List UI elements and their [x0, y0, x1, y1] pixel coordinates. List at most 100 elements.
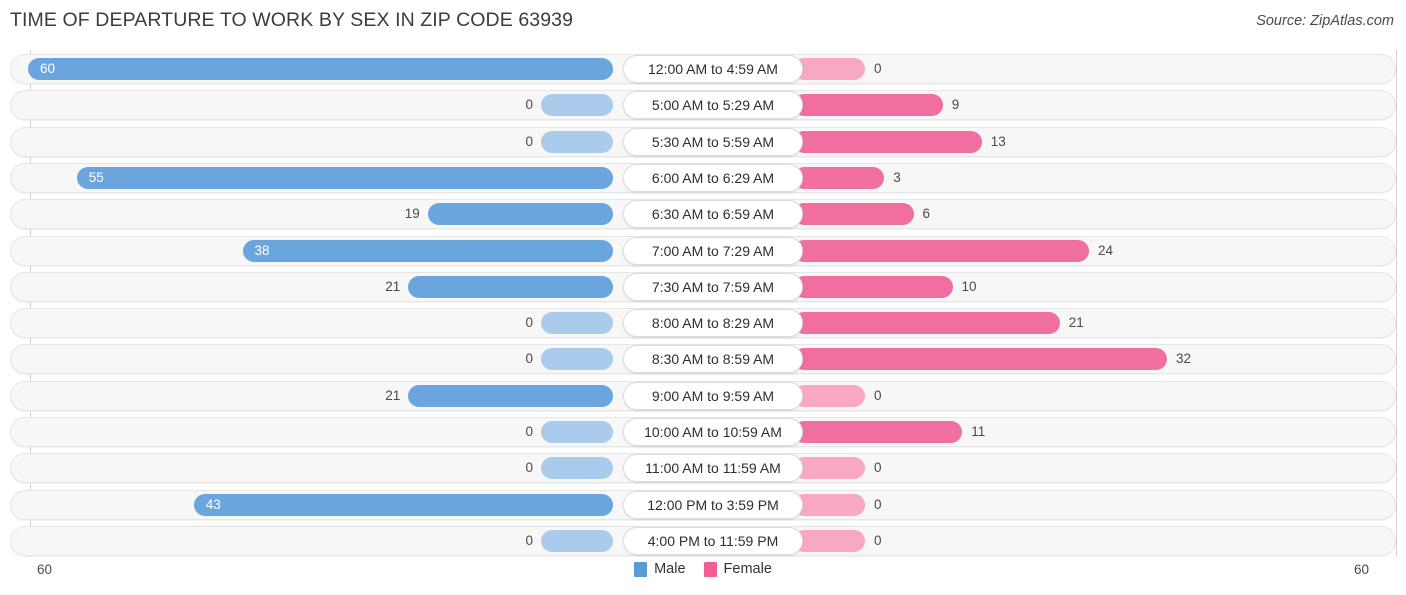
value-label-female: 0	[874, 532, 882, 548]
category-label: 8:00 AM to 8:29 AM	[651, 315, 775, 332]
value-label-male: 55	[88, 169, 104, 185]
value-label-male: 21	[385, 278, 401, 294]
bar-male[interactable]	[541, 457, 613, 480]
value-label-male: 0	[525, 424, 533, 439]
bar-male[interactable]	[408, 275, 613, 298]
axis-line-right	[1396, 50, 1397, 557]
table-row[interactable]: 0 11 10:00 AM to 10:59 AM	[10, 417, 1396, 447]
bar-female[interactable]	[793, 457, 865, 480]
table-row[interactable]: 38 24 7:00 AM to 7:29 AM	[10, 235, 1396, 266]
bar-female[interactable]	[793, 166, 885, 189]
bar-female[interactable]	[793, 94, 943, 117]
category-label: 8:30 AM to 8:59 AM	[651, 351, 775, 368]
table-row[interactable]: 0 0 4:00 PM to 11:59 PM	[10, 525, 1396, 556]
value-label-male: 0	[525, 460, 533, 476]
table-row[interactable]: 21 10 7:30 AM to 7:59 AM	[10, 271, 1396, 302]
bar-female[interactable]	[793, 384, 865, 407]
bar-female[interactable]	[793, 348, 1167, 371]
value-label-female: 3	[893, 169, 901, 185]
legend-item-male[interactable]: Male	[634, 561, 686, 577]
bar-female[interactable]	[793, 130, 982, 153]
legend-swatch-male-icon	[634, 561, 648, 577]
value-label-male: 19	[404, 206, 420, 222]
table-row[interactable]: 0 0 11:00 AM to 11:59 AM	[10, 453, 1396, 484]
table-row[interactable]: 0 9 5:00 AM to 5:29 AM	[10, 90, 1396, 121]
value-label-female: 9	[951, 97, 960, 113]
value-label-female: 11	[971, 424, 986, 439]
bar-male[interactable]	[541, 94, 613, 117]
category-label: 7:30 AM to 7:59 AM	[651, 278, 775, 295]
category-label-pill: 8:00 AM to 8:29 AM	[623, 309, 803, 338]
category-label-pill: 12:00 PM to 3:59 PM	[623, 490, 803, 519]
bar-female[interactable]	[793, 203, 914, 226]
category-label: 9:00 AM to 9:59 AM	[651, 387, 775, 404]
table-row[interactable]: 0 21 8:00 AM to 8:29 AM	[10, 308, 1396, 339]
category-label-pill: 4:00 PM to 11:59 PM	[623, 526, 803, 555]
value-label-male: 43	[205, 496, 221, 512]
bar-female[interactable]	[793, 58, 865, 80]
bar-female[interactable]	[793, 275, 953, 298]
value-label-female: 21	[1068, 315, 1084, 331]
value-label-female: 24	[1098, 242, 1114, 258]
bar-female[interactable]	[793, 312, 1060, 335]
chart-root: TIME OF DEPARTURE TO WORK BY SEX IN ZIP …	[0, 0, 1406, 595]
legend: Male Female	[0, 561, 1406, 577]
category-label: 4:00 PM to 11:59 PM	[647, 532, 779, 549]
bar-female[interactable]	[793, 421, 963, 443]
value-label-male: 0	[525, 532, 533, 548]
category-label-pill: 10:00 AM to 10:59 AM	[623, 418, 803, 446]
legend-item-female[interactable]: Female	[703, 561, 772, 577]
category-label: 5:30 AM to 5:59 AM	[651, 133, 775, 150]
category-label-pill: 8:30 AM to 8:59 AM	[623, 345, 803, 374]
table-row[interactable]: 21 0 9:00 AM to 9:59 AM	[10, 380, 1396, 411]
legend-label-male: Male	[654, 561, 686, 577]
bar-female[interactable]	[793, 529, 865, 552]
bar-female[interactable]	[793, 493, 865, 516]
bar-male[interactable]	[541, 312, 613, 335]
bar-male[interactable]	[541, 348, 613, 371]
page-title: TIME OF DEPARTURE TO WORK BY SEX IN ZIP …	[10, 9, 574, 31]
value-label-male: 60	[40, 61, 56, 76]
table-row[interactable]: 60 0 12:00 AM to 4:59 AM	[10, 54, 1396, 84]
bar-female[interactable]	[793, 239, 1089, 262]
bar-male[interactable]	[541, 421, 613, 443]
value-label-female: 0	[874, 387, 882, 403]
bar-male[interactable]	[408, 384, 613, 407]
legend-label-female: Female	[723, 561, 772, 577]
category-label-pill: 7:00 AM to 7:29 AM	[623, 236, 803, 265]
category-label-pill: 5:00 AM to 5:29 AM	[623, 91, 803, 120]
value-label-male: 21	[385, 387, 401, 403]
bar-male[interactable]	[541, 529, 613, 552]
category-label-pill: 7:30 AM to 7:59 AM	[623, 272, 803, 301]
source-label: Source: ZipAtlas.com	[1256, 13, 1394, 29]
value-label-female: 0	[874, 61, 882, 76]
legend-swatch-female-icon	[703, 561, 717, 577]
table-row[interactable]: 0 13 5:30 AM to 5:59 AM	[10, 126, 1396, 157]
bar-male[interactable]	[427, 203, 613, 226]
category-label: 6:30 AM to 6:59 AM	[651, 206, 775, 223]
value-label-female: 0	[874, 496, 882, 512]
value-label-female: 10	[961, 278, 977, 294]
value-label-female: 6	[922, 206, 931, 222]
value-label-male: 0	[525, 351, 533, 367]
value-label-male: 0	[525, 97, 533, 113]
category-label: 7:00 AM to 7:29 AM	[651, 242, 775, 259]
table-row[interactable]: 0 32 8:30 AM to 8:59 AM	[10, 344, 1396, 375]
category-label-pill: 9:00 AM to 9:59 AM	[623, 381, 803, 410]
bar-male[interactable]	[76, 166, 613, 189]
category-label: 5:00 AM to 5:29 AM	[651, 97, 775, 114]
bar-male[interactable]	[541, 130, 613, 153]
category-label-pill: 12:00 AM to 4:59 AM	[623, 55, 803, 83]
category-label: 12:00 PM to 3:59 PM	[647, 496, 779, 513]
table-row[interactable]: 43 0 12:00 PM to 3:59 PM	[10, 489, 1396, 520]
value-label-female: 13	[990, 133, 1006, 149]
bar-male[interactable]	[193, 493, 613, 516]
value-label-male: 0	[525, 133, 533, 149]
value-label-male: 0	[525, 315, 533, 331]
category-label: 11:00 AM to 11:59 AM	[645, 460, 781, 477]
table-row[interactable]: 55 3 6:00 AM to 6:29 AM	[10, 162, 1396, 193]
bar-male[interactable]	[28, 58, 613, 80]
table-row[interactable]: 19 6 6:30 AM to 6:59 AM	[10, 199, 1396, 230]
bar-male[interactable]	[242, 239, 613, 262]
value-label-female: 32	[1176, 351, 1192, 367]
